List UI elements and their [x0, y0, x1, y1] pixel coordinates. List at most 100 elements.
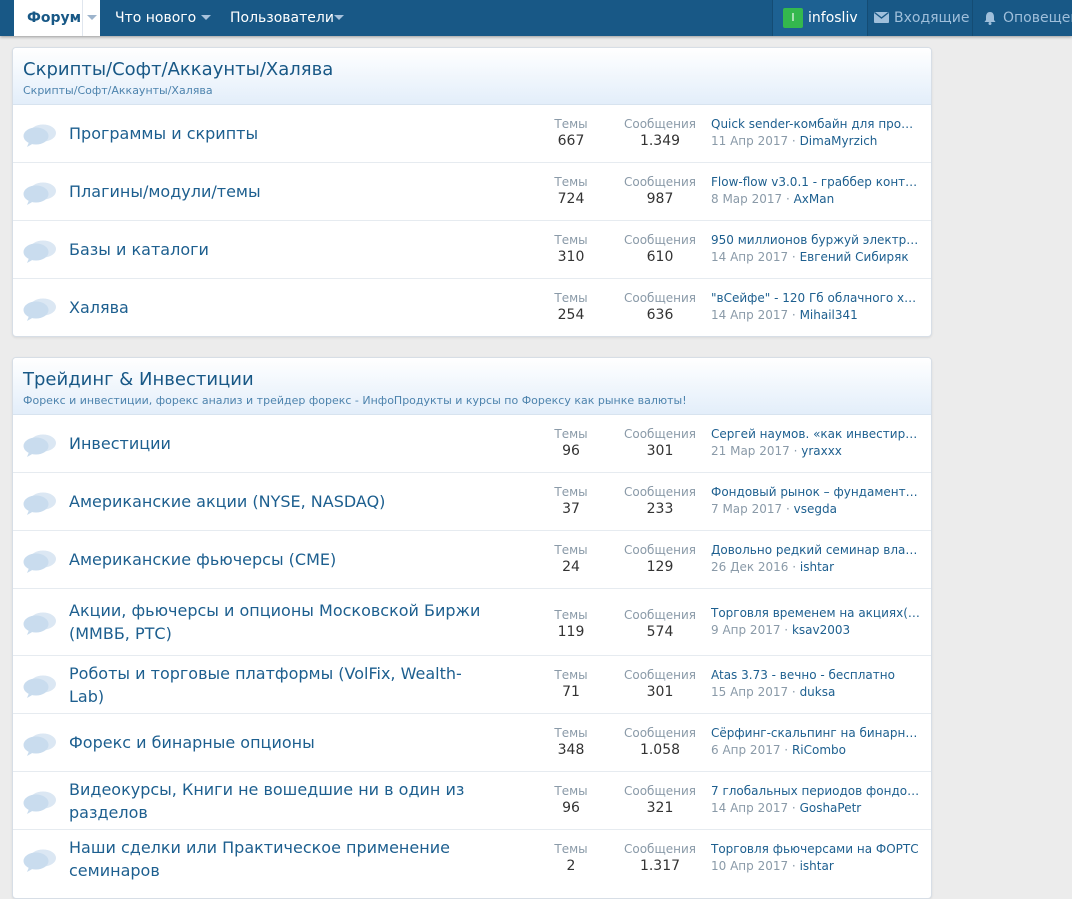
forum-title[interactable]: Халява — [69, 279, 489, 336]
posts-count: 321 — [646, 800, 674, 816]
forum-title[interactable]: Инвестиции — [69, 415, 489, 472]
last-post-author[interactable]: Mihail341 — [800, 308, 858, 322]
forum-row: Видеокурсы, Книги не вошедшие ни в один … — [13, 771, 931, 829]
last-post-title[interactable]: Торговля временем на акциях(книга) — [711, 606, 921, 620]
last-post-author[interactable]: duksa — [800, 685, 836, 699]
last-post-date[interactable]: 15 Апр 2017 — [711, 685, 788, 699]
last-post: "вСейфе" - 120 Гб облачного хранилища 14… — [711, 291, 923, 322]
top-navigation: Форум Что нового Пользователи I infosliv… — [0, 0, 1072, 36]
forum-title[interactable]: Базы и каталоги — [69, 221, 489, 278]
category-description: Скрипты/Софт/Аккаунты/Халява — [23, 84, 213, 97]
last-post-title[interactable]: "вСейфе" - 120 Гб облачного хранилища — [711, 291, 921, 305]
last-post-date[interactable]: 7 Мар 2017 — [711, 502, 782, 516]
forum-bubble-icon — [23, 492, 56, 515]
forum-bubble-icon — [23, 791, 56, 814]
last-post-date[interactable]: 10 Апр 2017 — [711, 859, 788, 873]
last-post-author[interactable]: GoshaPetr — [800, 801, 862, 815]
last-post: 950 миллионов буржуй электронных адресов… — [711, 233, 923, 264]
posts-label: Сообщения — [623, 726, 696, 740]
tab-forum-label: Форум — [27, 10, 82, 26]
forum-title[interactable]: Наши сделки или Практическое применение … — [69, 830, 489, 887]
posts-count: 574 — [646, 624, 674, 640]
last-post-author[interactable]: Евгений Сибиряк — [800, 250, 909, 264]
chevron-down-icon[interactable] — [334, 15, 344, 20]
last-post-date[interactable]: 26 Дек 2016 — [711, 560, 788, 574]
last-post-meta: 9 Апр 2017 · ksav2003 — [711, 623, 851, 637]
last-post-author[interactable]: yraxxx — [801, 444, 842, 458]
last-post-author[interactable]: ksav2003 — [792, 623, 850, 637]
threads-count: 96 — [562, 800, 580, 816]
threads-stat: Темы 96 — [541, 784, 601, 816]
chevron-down-icon[interactable] — [201, 15, 211, 20]
last-post-title[interactable]: Торговля фьючерсами на ФОРТС — [711, 842, 921, 856]
last-post-author[interactable]: vsegda — [794, 502, 837, 516]
posts-stat: Сообщения 321 — [617, 784, 703, 816]
account-menu[interactable]: I infosliv — [772, 0, 868, 36]
forum-title[interactable]: Форекс и бинарные опционы — [69, 714, 489, 771]
forum-title[interactable]: Программы и скрипты — [69, 105, 489, 162]
threads-stat: Темы 348 — [541, 726, 601, 758]
last-post-author[interactable]: AxMan — [794, 192, 835, 206]
last-post-date[interactable]: 14 Апр 2017 — [711, 801, 788, 815]
last-post-title[interactable]: 950 миллионов буржуй электронных адресов — [711, 233, 921, 247]
category-title[interactable]: Трейдинг & Инвестиции — [23, 369, 254, 390]
last-post-meta: 14 Апр 2017 · Евгений Сибиряк — [711, 250, 909, 264]
last-post-title[interactable]: Довольно редкий семинар владимира — [711, 543, 921, 557]
forum-bubble-icon — [23, 849, 56, 872]
threads-stat: Темы 724 — [541, 175, 601, 207]
forum-title[interactable]: Акции, фьючерсы и опционы Московской Бир… — [69, 589, 489, 655]
forum-row: Американские акции (NYSE, NASDAQ) Темы 37… — [13, 472, 931, 530]
last-post-title[interactable]: Фондовый рынок – фундаментальный анализ — [711, 485, 921, 499]
last-post-date[interactable]: 6 Апр 2017 — [711, 743, 780, 757]
category-header: Трейдинг & Инвестиции Форекс и инвестици… — [13, 358, 931, 415]
posts-label: Сообщения — [623, 485, 696, 499]
last-post-date[interactable]: 8 Мар 2017 — [711, 192, 782, 206]
last-post-date[interactable]: 9 Апр 2017 — [711, 623, 780, 637]
tab-forum-dropdown[interactable] — [82, 0, 101, 36]
posts-count: 1.349 — [639, 133, 681, 149]
forum-bubble-icon — [23, 434, 56, 457]
tab-members-label: Пользователи — [230, 10, 334, 26]
forum-bubble-icon — [23, 675, 56, 698]
category-title[interactable]: Скрипты/Софт/Аккаунты/Халява — [23, 59, 333, 80]
threads-count: 24 — [562, 559, 580, 575]
last-post-author[interactable]: ishtar — [800, 859, 834, 873]
forum-title[interactable]: Плагины/модули/темы — [69, 163, 489, 220]
last-post: Flow-flow v3.0.1 - граббер контента 8 Ма… — [711, 175, 923, 206]
posts-label: Сообщения — [623, 175, 696, 189]
last-post-title[interactable]: Quick sender-комбайн для продвижения — [711, 117, 921, 131]
forum-title[interactable]: Американские фьючерсы (CME) — [69, 531, 489, 588]
last-post-title[interactable]: Atas 3.73 - вечно - бесплатно — [711, 668, 921, 682]
threads-label: Темы — [554, 842, 588, 856]
forum-title[interactable]: Американские акции (NYSE, NASDAQ) — [69, 473, 489, 530]
tab-forum[interactable]: Форум — [14, 0, 100, 36]
avatar-letter: I — [791, 11, 795, 24]
last-post-author[interactable]: ishtar — [800, 560, 834, 574]
threads-label: Темы — [554, 427, 588, 441]
last-post: Сергей наумов. «как инвестировать 21 Мар… — [711, 427, 923, 458]
alerts-label: Оповещения — [1003, 10, 1072, 26]
forum-row: Акции, фьючерсы и опционы Московской Бир… — [13, 588, 931, 655]
threads-stat: Темы 310 — [541, 233, 601, 265]
last-post-date[interactable]: 11 Апр 2017 — [711, 134, 788, 148]
last-post-date[interactable]: 21 Мар 2017 — [711, 444, 790, 458]
threads-label: Темы — [554, 726, 588, 740]
threads-count: 310 — [557, 249, 585, 265]
posts-stat: Сообщения 1.317 — [617, 842, 703, 874]
last-post-title[interactable]: 7 глобальных периодов фондового рынка — [711, 784, 921, 798]
last-post-meta: 21 Мар 2017 · yraxxx — [711, 444, 842, 458]
last-post-title[interactable]: Сергей наумов. «как инвестировать — [711, 427, 921, 441]
last-post: Фондовый рынок – фундаментальный анализ … — [711, 485, 923, 516]
last-post-author[interactable]: RiCombo — [792, 743, 846, 757]
last-post-title[interactable]: Сёрфинг-скальпинг на бинарных опционах — [711, 726, 921, 740]
last-post-title[interactable]: Flow-flow v3.0.1 - граббер контента — [711, 175, 921, 189]
last-post-author[interactable]: DimaMyrzich — [800, 134, 878, 148]
posts-stat: Сообщения 233 — [617, 485, 703, 517]
forum-title[interactable]: Видеокурсы, Книги не вошедшие ни в один … — [69, 772, 489, 829]
last-post-date[interactable]: 14 Апр 2017 — [711, 308, 788, 322]
posts-stat: Сообщения 610 — [617, 233, 703, 265]
last-post-date[interactable]: 14 Апр 2017 — [711, 250, 788, 264]
forum-title[interactable]: Роботы и торговые платформы (VolFix, Wea… — [69, 656, 489, 713]
posts-label: Сообщения — [623, 233, 696, 247]
last-post-meta: 10 Апр 2017 · ishtar — [711, 859, 834, 873]
